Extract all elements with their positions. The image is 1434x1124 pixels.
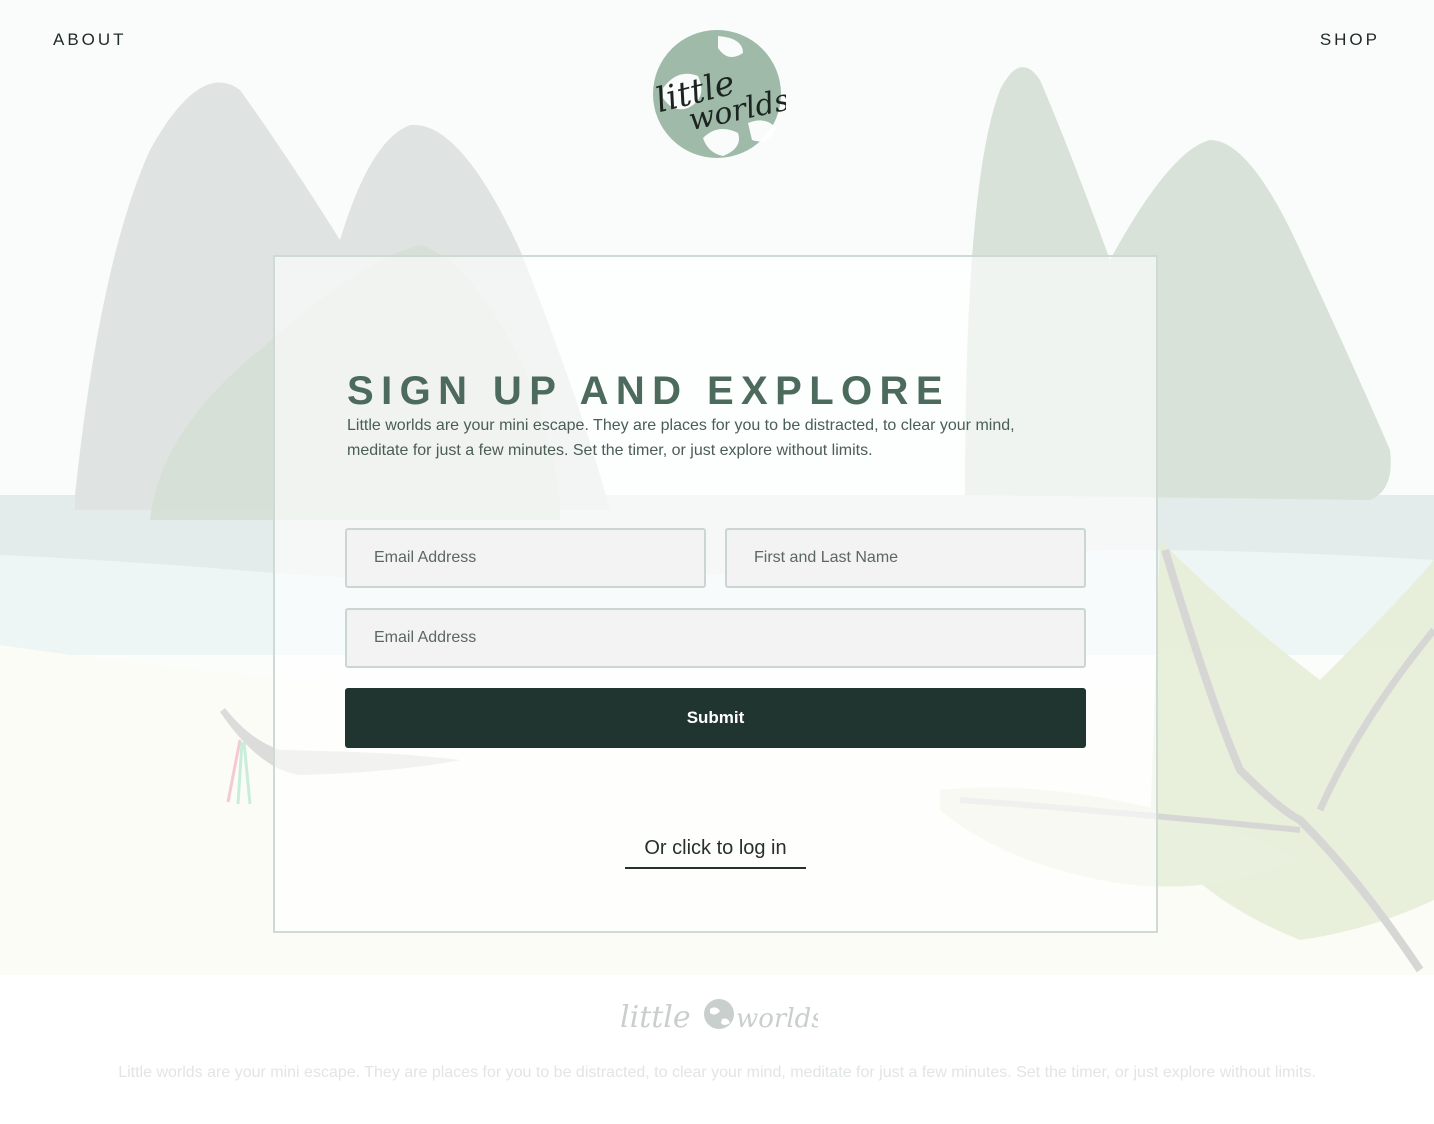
svg-text:little: little [620,1000,691,1035]
footer-description: Little worlds are your mini escape. They… [118,1064,1316,1081]
submit-button[interactable]: Submit [345,688,1086,748]
nav-about-link[interactable]: ABOUT [53,30,127,50]
svg-text:worlds: worlds [736,1004,818,1034]
nav-shop-link[interactable]: SHOP [1320,30,1380,50]
email-field[interactable] [345,528,706,588]
name-field[interactable] [725,528,1086,588]
signup-card: SIGN UP AND EXPLORE Little worlds are yo… [273,255,1158,933]
signup-description: Little worlds are your mini escape. They… [347,417,1015,459]
footer-logo[interactable]: little worlds [618,997,818,1039]
login-link[interactable]: Or click to log in [625,835,806,869]
globe-icon [704,999,734,1029]
email-field-secondary[interactable] [345,608,1086,668]
little-worlds-logo[interactable]: little worlds [648,28,786,160]
page-title: SIGN UP AND EXPLORE [347,369,950,413]
footer: little worlds Little worlds are your min… [0,975,1434,1124]
